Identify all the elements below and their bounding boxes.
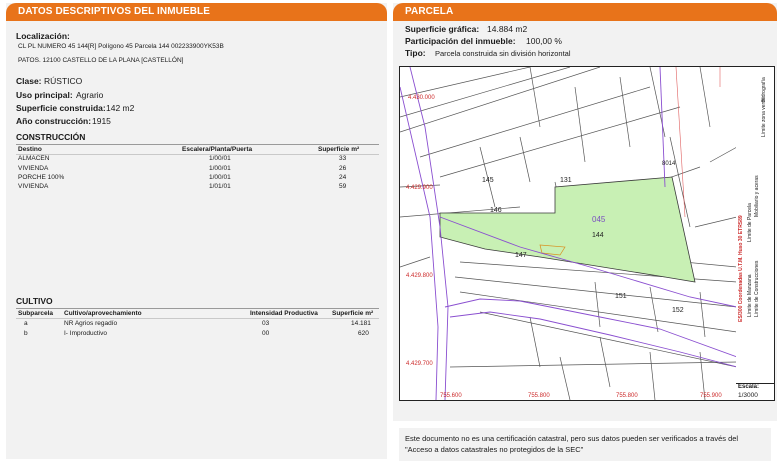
- cultivo-cell: 03: [262, 320, 270, 327]
- map-label-045: 045: [592, 215, 606, 224]
- cultivo-header-cultivo: Cultivo/aprovechamiento: [64, 310, 142, 317]
- construccion-cell: 24: [339, 174, 347, 181]
- anio-label: Año construcción:: [16, 116, 92, 126]
- tipo-label: Tipo:: [405, 48, 426, 58]
- localizacion-label: Localización:: [16, 31, 70, 41]
- map-label-131: 131: [560, 177, 572, 184]
- map-label-144: 144: [592, 232, 604, 239]
- construccion-cell: 1/00/01: [209, 174, 231, 181]
- cultivo-cell: 620: [358, 330, 369, 337]
- construccion-cell: 1/01/01: [209, 183, 231, 190]
- disclaimer-note: Este documento no es una certificación c…: [399, 428, 771, 461]
- cultivo-cell: 00: [262, 330, 270, 337]
- map-label-152: 152: [672, 307, 684, 314]
- construccion-cell: 59: [339, 183, 347, 190]
- participacion-value: 100,00 %: [526, 36, 562, 46]
- legend-item: Límite de Manzana: [747, 274, 753, 317]
- uso-label: Uso principal:: [16, 90, 73, 100]
- legend-item: Límite de Parcela: [747, 203, 753, 242]
- cultivo-cell: b: [24, 330, 28, 337]
- map-label-151: 151: [615, 293, 627, 300]
- escala-value: 1/3000: [738, 392, 758, 399]
- construccion-cell: ALMACEN: [18, 155, 50, 162]
- map-legend: ES/300 Coordenadas U.T.M. Huso 30 ETRS89…: [736, 66, 775, 401]
- sup-grafica-label: Superficie gráfica:: [405, 24, 480, 34]
- cultivo-header-subparcela: Subparcela: [18, 310, 54, 317]
- map-coord-3: 4.429.800: [406, 273, 433, 279]
- superficie-value: 142 m2: [106, 103, 135, 113]
- uso-value: Agrario: [76, 90, 104, 100]
- map-label-146: 146: [490, 207, 502, 214]
- escala-label: Escala:: [738, 384, 760, 390]
- map-x-4: 755.900: [700, 393, 722, 399]
- cultivo-cell: NR Agrios regadío: [64, 320, 118, 327]
- map-label-8014: 8014: [662, 161, 676, 167]
- localizacion-line1: CL PL NUMERO 45 144[R] Polígono 45 Parce…: [18, 43, 224, 50]
- map-x-2: 755.800: [528, 393, 550, 399]
- legend-item: Límite zona verde: [761, 97, 767, 137]
- construccion-header-rule: [16, 154, 379, 155]
- construccion-cell: 26: [339, 165, 347, 172]
- map-coord-2: 4.429.900: [406, 185, 433, 191]
- escala-box: Escala: 1/3000: [736, 383, 774, 400]
- cultivo-header-rule: [16, 318, 379, 319]
- legend-item: Hidrografía: [761, 77, 767, 102]
- cultivo-header-intensidad: Intensidad Productiva: [250, 310, 318, 317]
- legend-coord-text: ES/300 Coordenadas U.T.M. Huso 30 ETRS89: [738, 215, 744, 322]
- construccion-cell: 1/00/01: [209, 155, 231, 162]
- clase-label: Clase:: [16, 76, 42, 86]
- construccion-rule: [16, 144, 379, 145]
- parcela-panel-header: PARCELA: [393, 3, 777, 21]
- construccion-header-destino: Destino: [18, 146, 42, 153]
- construccion-title: CONSTRUCCIÓN: [16, 132, 86, 142]
- cultivo-rule: [16, 308, 379, 309]
- sup-grafica-value: 14.884 m2: [487, 24, 528, 34]
- parcel-144-area: [439, 176, 696, 283]
- participacion-label: Participación del inmueble:: [405, 36, 516, 46]
- construccion-cell: VIVIENDA: [18, 183, 49, 190]
- map-label-147: 147: [515, 252, 527, 259]
- construccion-cell: 1/00/01: [209, 165, 231, 172]
- construccion-header-escalera: Escalera/Planta/Puerta: [182, 146, 253, 153]
- construccion-cell: VIVIENDA: [18, 165, 49, 172]
- clase-value: RÚSTICO: [44, 76, 83, 86]
- cultivo-title: CULTIVO: [16, 296, 53, 306]
- map-coord-1: 4.430.000: [408, 95, 435, 101]
- legend-item: Mobiliario y aceras: [754, 175, 760, 217]
- map-label-145: 145: [482, 177, 494, 184]
- descriptive-panel-header: DATOS DESCRIPTIVOS DEL INMUEBLE: [6, 3, 387, 21]
- localizacion-line2: PATOS. 12100 CASTELLO DE LA PLANA [CASTE…: [18, 57, 184, 64]
- map-coord-4: 4.429.700: [406, 361, 433, 367]
- cadastral-map-drawing: 144 045 131 145 146 147 151 152 8014 4.4…: [399, 66, 738, 401]
- construccion-cell: PORCHE 100%: [18, 174, 65, 181]
- legend-item: Límite de Construcciones: [754, 260, 760, 317]
- cultivo-cell: a: [24, 320, 28, 327]
- map-x-1: 755.600: [440, 393, 462, 399]
- cultivo-cell: I- Improductivo: [64, 330, 107, 337]
- tipo-value: Parcela construida sin división horizont…: [435, 49, 571, 58]
- anio-value: 1915: [92, 116, 111, 126]
- descriptive-panel: DATOS DESCRIPTIVOS DEL INMUEBLE Localiza…: [6, 3, 387, 459]
- construccion-header-superficie: Superficie m²: [318, 146, 360, 153]
- map-x-3: 755.800: [616, 393, 638, 399]
- cultivo-header-superficie: Superficie m²: [332, 310, 374, 317]
- construccion-cell: 33: [339, 155, 347, 162]
- superficie-label: Superficie construida:: [16, 103, 106, 113]
- cadastral-map[interactable]: 144 045 131 145 146 147 151 152 8014 4.4…: [399, 66, 738, 401]
- cultivo-cell: 14.181: [351, 320, 371, 327]
